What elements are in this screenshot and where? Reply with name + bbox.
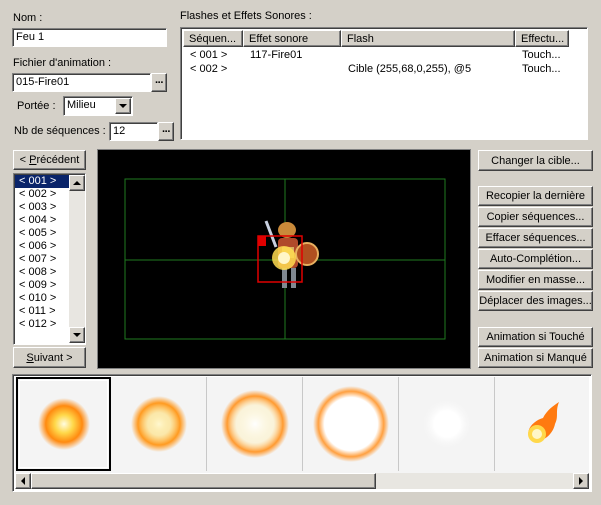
dropdown-arrow-icon [119,104,127,108]
timing-cell-condition: Touch... [522,63,561,75]
column-sound[interactable]: Effet sonore [243,30,341,47]
sequence-scrollbar[interactable] [69,175,85,343]
cell-strip [15,377,589,473]
previous-button-label: récédent [36,154,80,166]
cell-thumbnail[interactable] [112,377,207,471]
sequence-item[interactable]: < 003 > [15,201,69,214]
cell-thumbnail[interactable] [400,377,495,471]
timing-cell-flash: Cible (255,68,0,255), @5 [348,63,472,75]
cell-scroll-left[interactable] [15,473,31,489]
fire-cell-icon [313,386,389,462]
name-label: Nom : [13,12,43,24]
scroll-left-icon [21,477,25,485]
file-label: Fichier d'animation : [13,57,112,69]
timing-cell-condition: Touch... [522,49,561,61]
next-button[interactable]: Suivant > [13,347,86,368]
range-value: Milieu [67,99,96,111]
change-target-button[interactable]: Changer la cible... [478,150,593,171]
range-dropdown-button[interactable] [115,98,131,114]
sequence-item[interactable]: < 007 > [15,253,69,266]
sequence-item[interactable]: < 012 > [15,318,69,331]
clear-frames-button[interactable]: Effacer séquences... [478,228,593,248]
timing-row[interactable]: < 001 > 117-Fire01 Touch... [183,49,569,62]
shift-images-button[interactable]: Déplacer des images... [478,291,593,311]
animation-file-field[interactable]: 015-Fire01 [12,73,151,92]
sequence-item[interactable]: < 010 > [15,292,69,305]
sequence-item[interactable]: < 009 > [15,279,69,292]
fire-cell-icon [131,396,187,452]
column-frame[interactable]: Séquen... [183,30,243,47]
cell-scroll-right[interactable] [573,473,589,489]
cell-palette[interactable] [12,374,592,492]
timing-list[interactable]: Séquen... Effet sonore Flash Effectu... … [180,27,588,140]
next-button-label: uivant > [33,351,73,364]
previous-button-prefix: < [19,154,30,166]
cell-thumbnail[interactable] [304,377,399,471]
frames-label: Nb de séquences : [14,125,106,137]
cell-thumbnail[interactable] [208,377,303,471]
sequence-item[interactable]: < 006 > [15,240,69,253]
sequence-item[interactable]: < 005 > [15,227,69,240]
scroll-down-icon [73,333,81,337]
column-condition[interactable]: Effectu... [515,30,569,47]
timing-cell-sound [243,63,341,76]
timing-row[interactable]: < 002 > Cible (255,68,0,255), @5 Touch..… [183,63,569,76]
play-miss-button[interactable]: Animation si Manqué [478,348,593,368]
canvas-grid [124,178,446,340]
sequence-item[interactable]: < 008 > [15,266,69,279]
sequence-item[interactable]: < 004 > [15,214,69,227]
play-hit-button[interactable]: Animation si Touché [478,327,593,347]
sequence-list[interactable]: < 001 > < 002 > < 003 > < 004 > < 005 > < 006… [13,173,86,345]
batch-modify-button[interactable]: Modifier en masse... [478,270,593,290]
cell-scroll-thumb[interactable] [31,473,376,489]
copy-frames-button[interactable]: Copier séquences... [478,207,593,227]
ellipsis-icon: ··· [155,76,164,89]
column-flash[interactable]: Flash [341,30,515,47]
timing-cell-frame: < 002 > [190,63,228,75]
timing-label: Flashes et Effets Sonores : [180,10,312,22]
frames-count-field[interactable]: 12 [109,122,158,141]
frames-count-button[interactable]: ··· [158,122,174,141]
name-field[interactable]: Feu 1 [12,28,167,47]
ellipsis-icon: ··· [162,125,171,138]
range-label: Portée : [17,100,56,112]
sequence-scroll-up[interactable] [69,175,85,191]
fire-cell-icon [37,398,90,450]
cell-thumbnail[interactable] [16,377,111,471]
fireball-cell-icon [528,402,559,443]
glow-cell-icon [421,398,473,450]
sequence-item[interactable]: < 002 > [15,188,69,201]
cell-thumbnail[interactable] [496,377,589,471]
scroll-up-icon [73,181,81,185]
next-button-accel: S [26,351,34,364]
sequence-item[interactable]: < 001 > [15,175,69,188]
copy-last-button[interactable]: Recopier la dernière [478,186,593,206]
previous-button[interactable]: < Précédent [13,150,86,170]
sequence-scroll-down[interactable] [69,327,85,343]
scroll-right-icon [579,477,583,485]
previous-button-accel: P [29,154,37,166]
fire-cell-icon [221,390,289,458]
animation-canvas[interactable] [97,149,471,369]
sequence-item[interactable]: < 011 > [15,305,69,318]
timing-cell-sound: 117-Fire01 [250,49,303,61]
browse-file-button[interactable]: ··· [151,73,167,92]
tween-button[interactable]: Auto-Complétion... [478,249,593,269]
timing-cell-flash [341,49,515,62]
timing-cell-frame: < 001 > [190,49,228,61]
